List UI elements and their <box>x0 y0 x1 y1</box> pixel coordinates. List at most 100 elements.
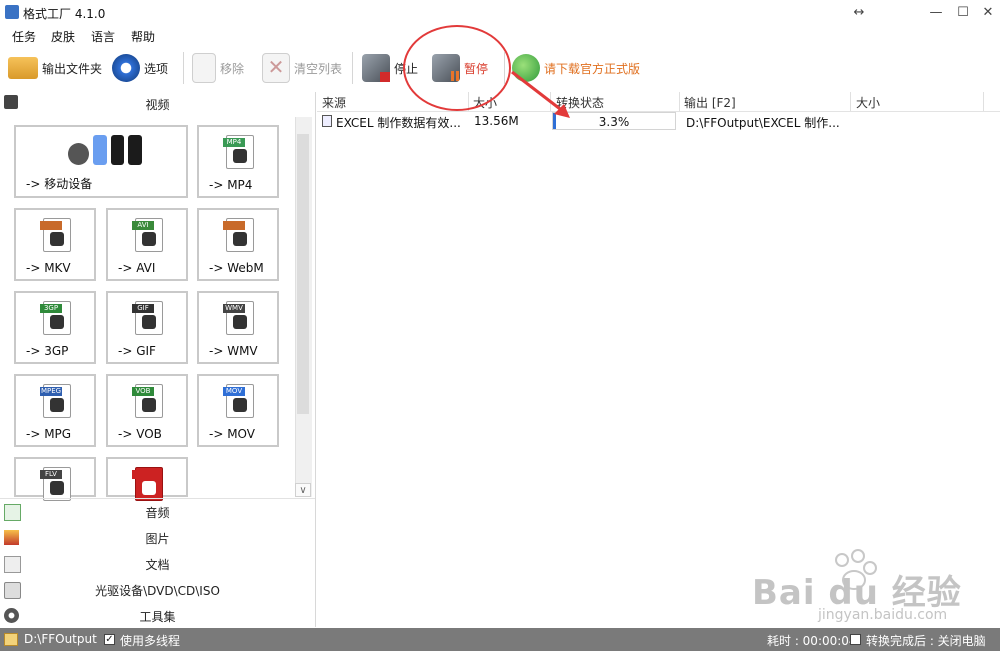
category-image-label: 图片 <box>145 532 170 546</box>
options-label: 选项 <box>144 61 169 76</box>
file-format-icon: AVI <box>132 218 163 252</box>
format-tile-label: -> MKV <box>26 261 71 275</box>
remove-doc-icon <box>192 53 216 83</box>
format-tag: AVI <box>132 221 154 230</box>
header-separator <box>679 92 680 111</box>
output-folder-button[interactable]: 输出文件夹 <box>8 50 102 86</box>
remove-button[interactable]: 移除 <box>192 50 244 86</box>
film-reel-icon <box>233 315 247 329</box>
film-reel-icon <box>50 481 64 495</box>
format-tag: MOV <box>223 387 245 396</box>
header-separator <box>850 92 851 111</box>
format-tile[interactable]: 3GP -> 3GP <box>14 291 96 364</box>
file-format-icon: VOB <box>132 384 163 418</box>
menu-help[interactable]: 帮助 <box>131 28 155 45</box>
film-reel-icon <box>233 232 247 246</box>
status-folder-icon <box>4 633 18 646</box>
toolbar-separator <box>183 52 184 84</box>
film-reel-icon <box>142 232 156 246</box>
category-document-label: 文档 <box>145 558 170 572</box>
format-tag: GIF <box>132 304 154 313</box>
resize-icon[interactable]: ↔ <box>846 3 872 23</box>
after-convert-checkbox[interactable] <box>850 634 861 645</box>
format-tile[interactable]: MPEG -> MPG <box>14 374 96 447</box>
category-tools[interactable]: 工具集 <box>0 604 315 628</box>
category-video[interactable]: 视频 <box>0 92 315 114</box>
header-output-size[interactable]: 大小 <box>856 94 880 111</box>
output-folder-label: 输出文件夹 <box>42 61 103 76</box>
remove-label: 移除 <box>220 61 245 76</box>
scroll-down-arrow[interactable]: ∨ <box>295 483 311 497</box>
format-tile[interactable]: AVI -> AVI <box>106 208 188 281</box>
category-tools-label: 工具集 <box>139 610 176 624</box>
row-output[interactable]: D:\FFOutput\EXCEL 制作... <box>686 114 840 131</box>
file-format-icon: 3GP <box>40 301 71 335</box>
file-format-icon: MP4 <box>223 135 254 169</box>
format-tile-label: -> 3GP <box>26 344 69 358</box>
file-format-icon: GIF <box>132 301 163 335</box>
format-tag: FLV <box>40 470 62 479</box>
format-tile[interactable]: WMV -> WMV <box>197 291 279 364</box>
format-tile[interactable]: -> 移动设备 <box>14 125 188 198</box>
format-tile[interactable] <box>106 457 188 501</box>
minimize-button[interactable]: — <box>923 3 949 23</box>
file-format-icon <box>40 218 71 252</box>
format-tile-label: -> MPG <box>26 427 72 441</box>
format-tag <box>132 470 154 479</box>
format-tile[interactable]: -> WebM <box>197 208 279 281</box>
toolbar-separator <box>352 52 353 84</box>
format-tag: 3GP <box>40 304 62 313</box>
stop-film-icon <box>362 54 390 82</box>
film-reel-icon <box>142 398 156 412</box>
film-reel-icon <box>50 315 64 329</box>
annotation-arrow <box>511 70 570 118</box>
file-format-icon <box>132 467 163 501</box>
category-document[interactable]: 文档 <box>0 552 315 576</box>
multithread-checkbox[interactable]: ✓ <box>104 634 115 645</box>
format-tile[interactable]: GIF -> GIF <box>106 291 188 364</box>
status-output-path[interactable]: D:\FFOutput <box>24 632 97 646</box>
menu-task[interactable]: 任务 <box>12 28 36 45</box>
format-tag: WMV <box>223 304 245 313</box>
watermark-url: jingyan.baidu.com <box>818 607 948 623</box>
film-reel-icon <box>50 398 64 412</box>
close-button[interactable]: ✕ <box>975 3 1000 23</box>
device-shape-icon <box>128 135 142 165</box>
file-doc-icon <box>322 115 332 127</box>
after-convert-label: 转换完成后 : 关闭电脑 <box>866 634 986 648</box>
panel-divider <box>0 498 315 499</box>
format-tile[interactable]: -> MKV <box>14 208 96 281</box>
clear-list-button[interactable]: ✕ 清空列表 <box>262 50 342 86</box>
format-tile-label: -> WMV <box>209 344 258 358</box>
film-reel-icon <box>142 315 156 329</box>
menu-language[interactable]: 语言 <box>91 28 115 45</box>
format-tile[interactable]: MP4 -> MP4 <box>197 125 279 198</box>
header-output[interactable]: 输出 [F2] <box>684 94 736 111</box>
format-tile[interactable]: FLV <box>14 457 96 501</box>
multithread-label: 使用多线程 <box>120 634 181 648</box>
file-format-icon <box>223 218 254 252</box>
annotation-ellipse <box>403 25 511 111</box>
category-audio[interactable]: 音频 <box>0 500 315 524</box>
category-audio-label: 音频 <box>145 506 170 520</box>
category-image[interactable]: 图片 <box>0 526 315 550</box>
file-format-icon: MOV <box>223 384 254 418</box>
menu-skin[interactable]: 皮肤 <box>51 28 75 45</box>
format-tile[interactable]: VOB -> VOB <box>106 374 188 447</box>
category-disc[interactable]: 光驱设备\DVD\CD\ISO <box>0 578 315 602</box>
row-source[interactable]: EXCEL 制作数据有效... <box>336 114 461 131</box>
file-format-icon: FLV <box>40 467 71 501</box>
format-tile-label: -> 移动设备 <box>26 177 93 191</box>
film-reel-icon <box>50 232 64 246</box>
header-source[interactable]: 来源 <box>322 94 346 111</box>
options-button[interactable]: 选项 <box>112 50 168 86</box>
format-tile[interactable]: MOV -> MOV <box>197 374 279 447</box>
format-tag: VOB <box>132 387 154 396</box>
format-tile-label: -> MP4 <box>209 178 253 192</box>
maximize-button[interactable]: ☐ <box>950 3 976 23</box>
format-tag: MPEG <box>40 387 62 396</box>
film-reel-icon <box>142 481 156 495</box>
film-reel-icon <box>233 398 247 412</box>
scrollbar-thumb[interactable] <box>297 134 309 414</box>
clear-x-icon: ✕ <box>262 53 290 83</box>
